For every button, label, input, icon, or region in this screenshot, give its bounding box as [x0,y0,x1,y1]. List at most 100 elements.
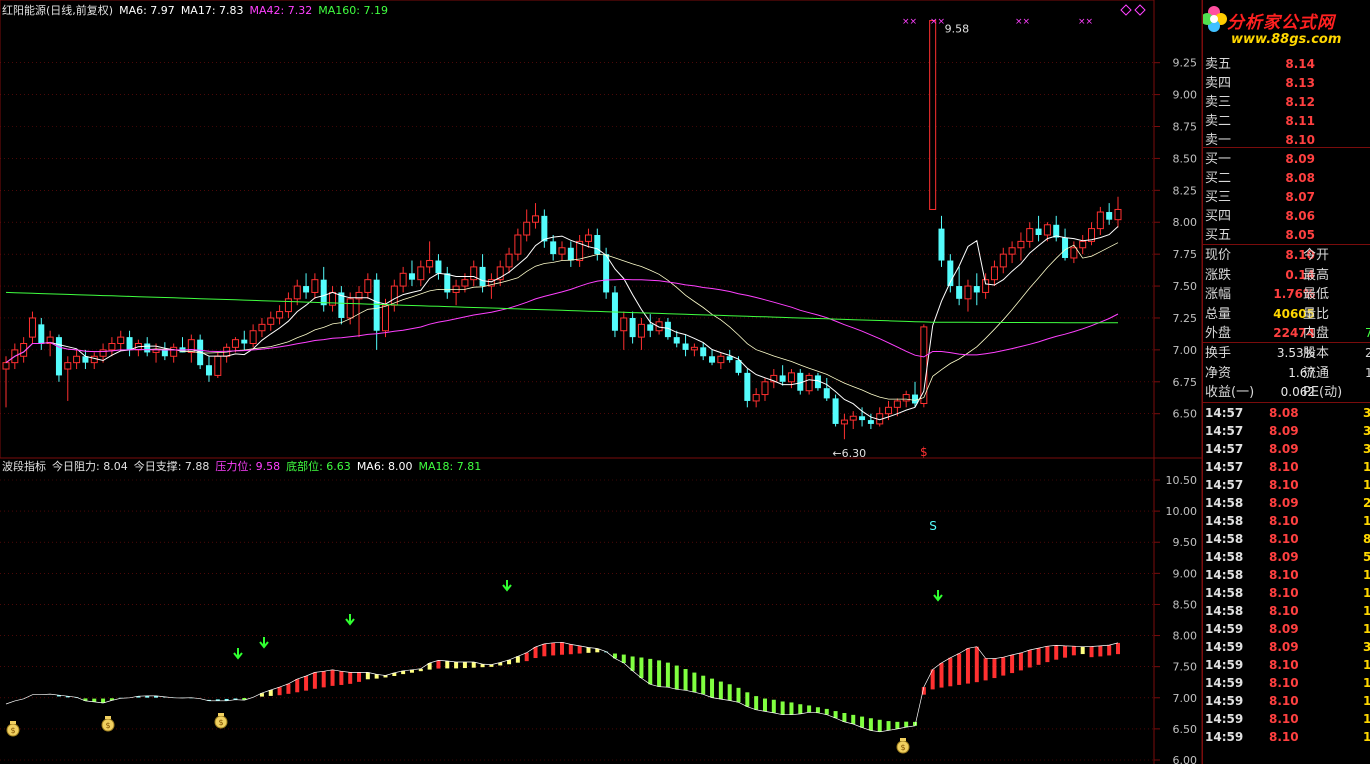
y-axis-label: 7.50 [1173,280,1198,293]
tick-row[interactable]: 14:59 8.10 1 [1203,728,1370,746]
tick-volume: 1 [1363,620,1370,638]
bid-row: 买五 8.05 [1203,226,1370,245]
money-bag-knot [218,713,224,716]
tick-row[interactable]: 14:59 8.09 3 [1203,638,1370,656]
tick-price: 8.10 [1269,676,1299,690]
sub-axis-label: 6.50 [1173,723,1198,736]
tick-row[interactable]: 14:57 8.09 38 [1203,422,1370,440]
tick-row[interactable]: 14:57 8.10 1 [1203,458,1370,476]
tick-row[interactable]: 14:57 8.10 18 [1203,476,1370,494]
flag-mark: ×× [1078,17,1093,27]
tick-time: 14:58 [1205,604,1244,618]
divider [1203,147,1370,148]
tick-row[interactable]: 14:57 8.09 3 [1203,440,1370,458]
candle-body [567,247,574,261]
stat-label-2: 股本 [1303,346,1330,361]
candle-body [620,317,628,332]
bid-row: 买四 8.06 [1203,207,1370,226]
bid-price: 8.06 [1285,209,1315,223]
sub-axis-label: 7.50 [1173,661,1198,674]
candle-body [637,323,645,338]
stat-label-2: PE(动) [1303,385,1343,400]
tick-volume: 14 [1363,674,1370,692]
ask-price: 8.12 [1285,95,1315,109]
ask-price: 8.11 [1285,114,1315,128]
ma42-line [5,278,1119,364]
sub-axis-label: 6.00 [1173,754,1198,764]
candle-body [1008,247,1016,255]
tick-time: 14:58 [1205,550,1244,564]
high-annotation: 9.58 [945,23,970,36]
sub-ma18-label: MA18: 7.81 [418,460,482,473]
tick-volume: 17 [1363,602,1370,620]
candle-body [805,374,813,392]
stat-row: 收益(一) 0.062 PE(动) [1203,383,1370,402]
tick-row[interactable]: 14:58 8.09 5 [1203,548,1370,566]
ma42-label: MA42: 7.32 [249,4,313,17]
candle-body [284,298,292,313]
bid-row: 买三 8.07 [1203,188,1370,207]
money-bag-glyph: $ [105,721,110,730]
bid-price: 8.09 [1285,152,1315,166]
tick-volume: 10 [1363,566,1370,584]
stat-row: 涨幅 1.76% 最低 [1203,285,1370,304]
candle-body [849,415,857,421]
tick-row[interactable]: 14:59 8.09 1 [1203,620,1370,638]
y-axis-label: 7.00 [1173,344,1198,357]
candle-body [399,272,407,287]
candle-body [1114,208,1122,221]
candle-body [550,241,557,255]
candle-body [673,337,680,344]
tick-volume: 3 [1363,404,1370,422]
candle-body [840,419,848,425]
candle-body [161,349,168,357]
candle-body [461,279,469,287]
candle-body [603,254,610,293]
tick-row[interactable]: 14:59 8.10 14 [1203,674,1370,692]
tick-row[interactable]: 14:58 8.10 8 [1203,530,1370,548]
money-bag-knot [105,716,111,719]
stat-value-2: 2.0 [1365,344,1370,363]
tick-row[interactable]: 14:58 8.10 18 [1203,512,1370,530]
stock-title: 红阳能源(日线,前复权) [2,4,114,17]
tick-row[interactable]: 14:58 8.10 10 [1203,584,1370,602]
tick-row[interactable]: 14:58 8.10 10 [1203,566,1370,584]
sub-axis-label: 7.00 [1173,692,1198,705]
candle-body [532,215,540,223]
stat-value-2: 71 [1365,324,1370,343]
kline-chart[interactable]: 9.25 9.00 8.75 8.50 8.25 8.00 7.75 7.50 7.25 7.00… [0,0,1370,764]
tick-row[interactable]: 14:59 8.10 1 [1203,656,1370,674]
tick-row[interactable]: 14:57 8.08 3 [1203,404,1370,422]
wave-ma6-line [5,641,1119,733]
tick-time: 14:59 [1205,658,1244,672]
stat-label: 总量 [1205,306,1232,322]
bid-price: 8.05 [1285,228,1315,242]
tick-price: 8.09 [1269,622,1299,636]
tick-volume: 2 [1363,494,1370,512]
candle-body [73,355,81,364]
tick-row[interactable]: 14:59 8.10 1 [1203,710,1370,728]
tick-row[interactable]: 14:59 8.10 1 [1203,692,1370,710]
tick-row[interactable]: 14:58 8.09 2 [1203,494,1370,512]
divider [1203,402,1370,403]
candle-body [1026,228,1034,242]
candle-body [214,355,222,376]
candle-body [523,221,531,236]
low-annotation: ←6.30 [832,447,866,460]
y-axis-label: 6.50 [1173,408,1198,421]
ask-row: 卖三 8.12 [1203,93,1370,112]
candle-body [1070,247,1078,259]
y-axis-label: 7.25 [1173,312,1198,325]
quote-panel: 分析家公式网 www.88gs.com 卖五 8.14 卖四 8.13 卖三 8.12 卖二… [1202,0,1370,764]
tick-row[interactable]: 14:58 8.10 17 [1203,602,1370,620]
ask-row: 卖四 8.13 [1203,74,1370,93]
flag-mark: ×× [930,17,945,27]
candle-body [859,416,866,421]
tick-time: 14:59 [1205,712,1244,726]
tick-volume: 10 [1363,584,1370,602]
down-arrow-icon [233,648,243,660]
tick-time: 14:59 [1205,730,1244,744]
tick-time: 14:58 [1205,568,1244,582]
ask-price: 8.14 [1285,57,1315,71]
candle-body [594,235,601,255]
